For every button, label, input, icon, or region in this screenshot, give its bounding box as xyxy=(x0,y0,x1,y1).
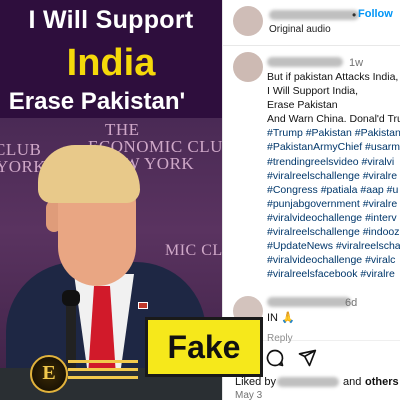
comment-timestamp: 6d xyxy=(345,297,358,309)
author-username-blurred[interactable] xyxy=(269,10,359,20)
channel-logo-icon: E xyxy=(30,355,68,393)
fake-verdict-badge: Fake xyxy=(145,317,263,377)
hashtag-line[interactable]: #punjabgovernment #viralre xyxy=(267,197,400,211)
hashtag-line[interactable]: #trendingreelsvideo #viralvi xyxy=(267,155,400,169)
caption-line: And Warn China. Donal'd Tru xyxy=(267,113,400,126)
follow-button[interactable]: Follow xyxy=(358,8,393,20)
share-icon[interactable] xyxy=(297,348,317,368)
reply-link[interactable]: Reply xyxy=(267,333,293,344)
caption-author-username-blurred[interactable] xyxy=(267,57,343,67)
video-headline: I Will Support India Erase Pakistan' xyxy=(0,0,222,118)
headline-line-1: I Will Support xyxy=(28,6,194,34)
hashtag-line[interactable]: #viralvideochallenge #viralc xyxy=(267,253,400,267)
liked-and-label: and xyxy=(343,376,362,388)
audio-label[interactable]: Original audio xyxy=(269,24,331,35)
microphone-icon xyxy=(62,290,80,306)
hashtag-line[interactable]: #PakistanArmyChief #usarm xyxy=(267,140,400,154)
hashtag-line[interactable]: #viralreelsfacebook #viralre xyxy=(267,267,400,281)
comment-icon[interactable] xyxy=(265,348,285,368)
caption-line: But if pakistan Attacks India, xyxy=(267,71,399,83)
author-avatar[interactable] xyxy=(233,6,263,36)
commenter-username-blurred[interactable] xyxy=(267,297,351,307)
hashtag-line[interactable]: #Trump #Pakistan #Pakistan xyxy=(267,126,400,140)
comment-text: IN 🙏 xyxy=(267,312,295,324)
backdrop-sign-text: MIC CLUB xyxy=(165,242,222,259)
post-date: May 3 xyxy=(235,390,263,400)
hashtag-line[interactable]: #viralvideochallenge #interv xyxy=(267,211,400,225)
liked-by-label: Liked by xyxy=(235,376,276,388)
caption-line: Erase Pakistan xyxy=(267,99,338,112)
hashtag-line[interactable]: #UpdateNews #viralreelschal xyxy=(267,239,400,253)
caption-timestamp: 1w xyxy=(349,57,364,69)
hashtag-line[interactable]: #viralreelschallenge #indooz xyxy=(267,225,400,239)
liker-username-blurred[interactable] xyxy=(277,377,339,387)
follow-separator: • xyxy=(352,8,357,22)
post-header: • Follow Original audio xyxy=(223,0,400,46)
headline-line-2: India xyxy=(66,42,156,84)
caption-author-avatar[interactable] xyxy=(233,52,263,82)
caption-line: I Will Support India, xyxy=(267,85,359,98)
liked-others-link[interactable]: others xyxy=(365,376,399,388)
post-caption: But if pakistan Attacks India, I Will Su… xyxy=(267,70,400,281)
hashtag-line[interactable]: #Congress #patiala #aap #u xyxy=(267,183,400,197)
flag-pin xyxy=(138,302,148,309)
channel-logo-bars xyxy=(68,360,138,384)
hashtag-line[interactable]: #viralreelschallenge #viralre xyxy=(267,169,400,183)
headline-line-3: Erase Pakistan' xyxy=(8,88,186,115)
